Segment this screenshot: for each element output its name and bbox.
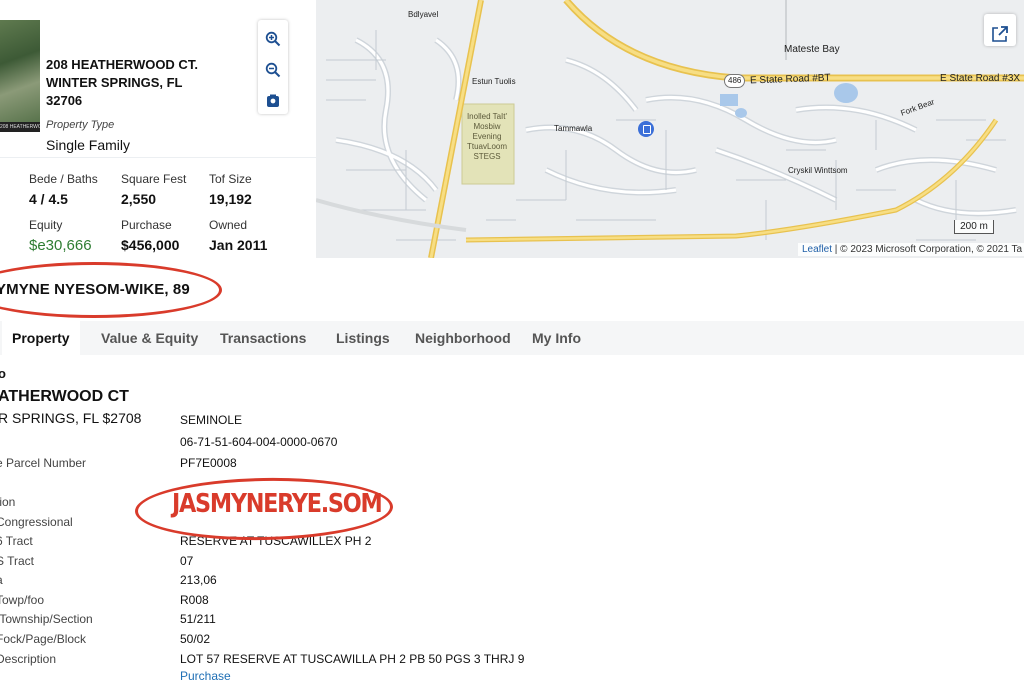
location-pin-icon[interactable] xyxy=(638,121,654,137)
stat-value: $456,000 xyxy=(121,237,180,253)
detail-value: 213,06 xyxy=(180,573,217,587)
tab-listings[interactable]: Listings xyxy=(336,321,390,355)
detail-label: Towp/foo xyxy=(0,593,45,607)
stat-owned: Owned Jan 2011 xyxy=(209,218,267,253)
stat-value: 2,550 xyxy=(121,191,157,207)
detail-value: PF7E0008 xyxy=(180,456,237,470)
detail-street: ATHERWOOD CT xyxy=(0,388,129,405)
stat-equity: Equity $e30,666 xyxy=(29,218,92,254)
map-label-street: Estun Tuolis xyxy=(472,77,516,86)
stat-label: Owned xyxy=(209,218,248,232)
map-label-street: Tammawla xyxy=(554,124,593,133)
detail-label: tion xyxy=(0,495,16,509)
detail-label: S Tract xyxy=(0,554,35,568)
detail-value-apn: 06-71-51-604-004-0000-0670 xyxy=(180,435,338,449)
map-tools xyxy=(258,20,288,114)
tab-neighborhood[interactable]: Neighborhood xyxy=(415,321,511,355)
tab-transactions[interactable]: Transactions xyxy=(220,321,306,355)
detail-label: Description xyxy=(0,652,57,666)
property-summary-card: 208 HEATHERWOOD 208 HEATHERWOOD CT. WINT… xyxy=(0,0,316,258)
map-tiles xyxy=(316,0,1024,258)
property-map[interactable]: Mateste Bay E State Road #BT E State Roa… xyxy=(316,0,1024,258)
highlight-circle xyxy=(134,475,394,543)
stat-label: Equity xyxy=(29,218,63,232)
detail-value-county: SEMINOLE xyxy=(180,413,243,427)
stat-label: Bede / Baths xyxy=(29,172,98,186)
map-label-place: Mateste Bay xyxy=(784,44,840,55)
stat-lot-size: Tof Size 19,192 xyxy=(209,172,252,207)
stat-label: Tof Size xyxy=(209,172,252,186)
street-view-button[interactable] xyxy=(258,82,288,113)
expand-map-button[interactable] xyxy=(984,14,1016,46)
map-label-street: Cryskil Winttsom xyxy=(788,166,848,175)
zoom-in-icon xyxy=(265,31,281,47)
address-line-1: 208 HEATHERWOOD CT. xyxy=(46,57,198,72)
address-line-3: 32706 xyxy=(46,93,83,108)
detail-city: R SPRINGS, FL $2708 xyxy=(0,410,142,426)
map-label-street: Bdlyavel xyxy=(408,10,439,19)
zoom-out-icon xyxy=(265,62,281,78)
attribution-text: | © 2023 Microsoft Corporation, © 2021 T… xyxy=(832,244,1023,255)
detail-heading-line: o xyxy=(0,366,6,381)
map-park-label: Inolled TaIt' Mosbiw Evening TtuavLoom S… xyxy=(466,112,508,161)
detail-value: 51/211 xyxy=(180,612,216,626)
stat-label: Square Fest xyxy=(121,172,187,186)
detail-value-legal-description: LOT 57 RESERVE AT TUSCAWILLA PH 2 PB 50 … xyxy=(180,652,525,666)
street-view-icon xyxy=(267,94,279,107)
detail-value: R008 xyxy=(180,593,209,607)
divider xyxy=(0,157,316,158)
stat-value: Jan 2011 xyxy=(209,237,268,253)
map-attribution: Leaflet | © 2023 Microsoft Corporation, … xyxy=(798,243,1024,256)
stat-value: 19,192 xyxy=(209,191,252,207)
photo-caption: 208 HEATHERWOOD xyxy=(0,122,40,132)
expand-icon xyxy=(992,25,1008,42)
detail-label: Congressional xyxy=(0,515,73,529)
purchase-link[interactable]: Purchase xyxy=(180,669,231,683)
stat-label: Purchase xyxy=(121,218,172,232)
zoom-in-button[interactable] xyxy=(258,20,288,51)
stat-beds-baths: Bede / Baths 4 / 4.5 xyxy=(29,172,98,207)
detail-label: a xyxy=(0,573,3,587)
stat-value: 4 / 4.5 xyxy=(29,191,68,207)
detail-label: 6 Tract xyxy=(0,534,33,548)
highlight-circle xyxy=(0,262,222,318)
tab-my-info[interactable]: My Info xyxy=(532,321,581,355)
detail-label: /Township/Section xyxy=(0,612,93,626)
zoom-out-button[interactable] xyxy=(258,51,288,82)
leaflet-link[interactable]: Leaflet xyxy=(802,244,832,255)
section-tabs: Property Value & Equity Transactions Lis… xyxy=(0,321,1024,355)
detail-value: 07 xyxy=(180,554,194,568)
map-label-road-right: E State Road #3X xyxy=(940,73,1021,84)
detail-value: 50/02 xyxy=(180,632,211,646)
highway-shield: 486 xyxy=(724,74,746,88)
stat-purchase: Purchase $456,000 xyxy=(121,218,179,253)
stat-square-feet: Square Fest 2,550 xyxy=(121,172,186,207)
property-type-value: Single Family xyxy=(46,137,131,153)
tab-property[interactable]: Property xyxy=(2,321,80,355)
stat-value: $e30,666 xyxy=(29,237,92,254)
property-address: 208 HEATHERWOOD CT. WINTER SPRINGS, FL 3… xyxy=(46,56,198,110)
map-scale: 200 m xyxy=(954,220,994,234)
property-type-label: Property Type xyxy=(46,119,115,131)
tab-value-equity[interactable]: Value & Equity xyxy=(101,321,198,355)
address-line-2: WINTER SPRINGS, FL xyxy=(46,75,183,90)
detail-label: Fock/Page/Block xyxy=(0,632,87,646)
property-photo[interactable]: 208 HEATHERWOOD xyxy=(0,20,40,132)
detail-label: e Parcel Number xyxy=(0,456,87,470)
